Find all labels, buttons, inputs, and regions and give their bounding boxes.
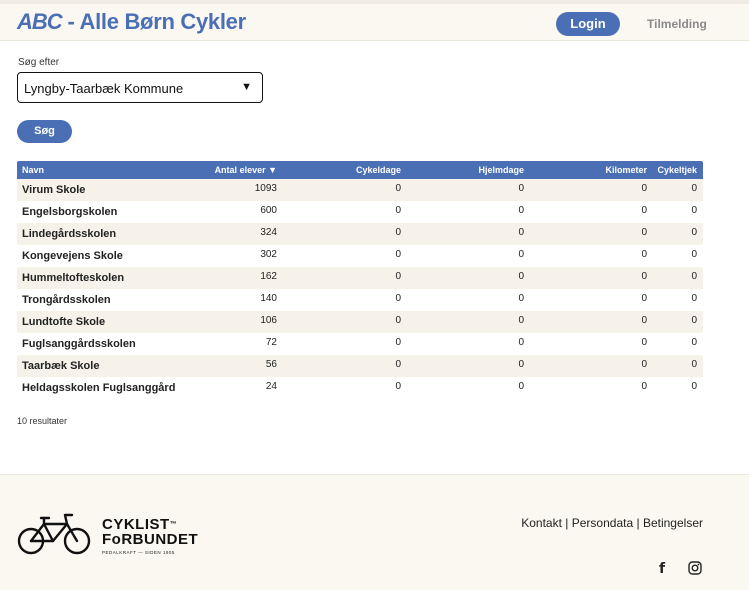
bike-days-cell: 0 <box>395 293 401 304</box>
table-row[interactable]: Taarbæk Skole 56 0 0 0 0 <box>17 355 703 377</box>
table-row[interactable]: Virum Skole 1093 0 0 0 0 <box>17 179 703 201</box>
helmet-days-cell: 0 <box>518 293 524 304</box>
bike-check-cell: 0 <box>691 359 697 370</box>
footer-links: Kontakt | Persondata | Betingelser <box>521 516 703 530</box>
footer-separator: | <box>565 516 569 530</box>
helmet-days-cell: 0 <box>518 315 524 326</box>
bike-check-cell: 0 <box>691 227 697 238</box>
site-logo[interactable]: ABC - Alle Børn Cykler <box>17 9 246 35</box>
dropdown-arrow-icon: ▼ <box>241 81 252 93</box>
bike-days-cell: 0 <box>395 205 401 216</box>
kilometer-cell: 0 <box>641 205 647 216</box>
bike-days-cell: 0 <box>395 381 401 392</box>
instagram-icon[interactable] <box>688 561 702 578</box>
students-cell: 302 <box>260 249 277 260</box>
facebook-icon[interactable]: f <box>659 561 665 577</box>
bike-days-cell: 0 <box>395 271 401 282</box>
bike-days-cell: 0 <box>395 337 401 348</box>
table-row[interactable]: Heldagsskolen Fuglsanggård 24 0 0 0 0 <box>17 377 703 413</box>
login-button[interactable]: Login <box>556 12 620 36</box>
students-cell: 1093 <box>254 183 277 194</box>
bike-check-cell: 0 <box>691 293 697 304</box>
table-row[interactable]: Engelsborgskolen 600 0 0 0 0 <box>17 201 703 223</box>
contact-link[interactable]: Kontakt <box>521 516 562 530</box>
kilometer-cell: 0 <box>641 315 647 326</box>
students-cell: 162 <box>260 271 277 282</box>
bicycle-icon <box>17 513 91 555</box>
bike-check-cell: 0 <box>691 381 697 392</box>
kilometer-cell: 0 <box>641 381 647 392</box>
table-row[interactable]: Lundtofte Skole 106 0 0 0 0 <box>17 311 703 333</box>
column-header-kilometer[interactable]: Kilometer <box>557 165 647 175</box>
logo-tagline: PEDALKRAFT — SIDEN 1905 <box>102 550 175 555</box>
kilometer-cell: 0 <box>641 183 647 194</box>
instagram-glyph <box>688 561 702 575</box>
bike-days-cell: 0 <box>395 183 401 194</box>
helmet-days-cell: 0 <box>518 381 524 392</box>
students-cell: 106 <box>260 315 277 326</box>
kilometer-cell: 0 <box>641 337 647 348</box>
table-row[interactable]: Fuglsanggårdsskolen 72 0 0 0 0 <box>17 333 703 355</box>
footer-separator: | <box>636 516 640 530</box>
result-count: 10 resultater <box>17 416 68 426</box>
kilometer-cell: 0 <box>641 249 647 260</box>
students-cell: 56 <box>265 359 277 370</box>
students-cell: 324 <box>260 227 277 238</box>
students-cell: 600 <box>260 205 277 216</box>
bike-check-cell: 0 <box>691 249 697 260</box>
bike-check-cell: 0 <box>691 205 697 216</box>
terms-link[interactable]: Betingelser <box>643 516 703 530</box>
bike-check-cell: 0 <box>691 183 697 194</box>
bike-days-cell: 0 <box>395 227 401 238</box>
brand-abc: ABC <box>17 9 63 34</box>
logo-line-2: FoRBUNDET <box>102 531 199 548</box>
site-footer: CYKLIST™ FoRBUNDET PEDALKRAFT — SIDEN 19… <box>0 474 749 590</box>
cyklistforbundet-logo[interactable]: CYKLIST™ FoRBUNDET PEDALKRAFT — SIDEN 19… <box>17 512 198 561</box>
logo-wordmark: CYKLIST™ FoRBUNDET <box>102 517 198 547</box>
personal-data-link[interactable]: Persondata <box>572 516 633 530</box>
helmet-days-cell: 0 <box>518 359 524 370</box>
column-header-helmet-days[interactable]: Hjelmdage <box>427 165 524 175</box>
bike-check-cell: 0 <box>691 315 697 326</box>
students-cell: 140 <box>260 293 277 304</box>
column-header-bike-days[interactable]: Cykeldage <box>307 165 401 175</box>
table-row[interactable]: Lindegårdsskolen 324 0 0 0 0 <box>17 223 703 245</box>
kilometer-cell: 0 <box>641 293 647 304</box>
search-button[interactable]: Søg <box>17 120 72 143</box>
municipality-select[interactable]: Lyngby-Taarbæk Kommune ▼ <box>17 72 263 103</box>
students-cell: 72 <box>265 337 277 348</box>
table-row[interactable]: Trongårdsskolen 140 0 0 0 0 <box>17 289 703 311</box>
table-header: Navn Antal elever ▼ Cykeldage Hjelmdage … <box>17 161 703 179</box>
helmet-days-cell: 0 <box>518 271 524 282</box>
logo-trademark: ™ <box>169 521 178 528</box>
kilometer-cell: 0 <box>641 359 647 370</box>
helmet-days-cell: 0 <box>518 205 524 216</box>
signup-link[interactable]: Tilmelding <box>647 17 707 31</box>
helmet-days-cell: 0 <box>518 183 524 194</box>
table-body: Virum Skole 1093 0 0 0 0 Engelsborgskolen 600 0 0… <box>17 179 703 413</box>
column-header-bike-check[interactable]: Cykeltjek <box>649 165 697 175</box>
header-top-shadow <box>0 0 749 4</box>
bike-check-cell: 0 <box>691 337 697 348</box>
column-header-students[interactable]: Antal elever ▼ <box>177 165 277 175</box>
site-header: ABC - Alle Børn Cykler Login Tilmelding <box>0 0 749 41</box>
brand-title: - Alle Børn Cykler <box>61 9 246 34</box>
helmet-days-cell: 0 <box>518 227 524 238</box>
schools-table: Navn Antal elever ▼ Cykeldage Hjelmdage … <box>17 161 703 413</box>
search-label: Søg efter <box>18 57 60 68</box>
table-row[interactable]: Hummeltofteskolen 162 0 0 0 0 <box>17 267 703 289</box>
bike-days-cell: 0 <box>395 249 401 260</box>
municipality-select-value: Lyngby-Taarbæk Kommune <box>24 81 184 96</box>
bike-days-cell: 0 <box>395 359 401 370</box>
helmet-days-cell: 0 <box>518 249 524 260</box>
bike-days-cell: 0 <box>395 315 401 326</box>
kilometer-cell: 0 <box>641 227 647 238</box>
table-row[interactable]: Kongevejens Skole 302 0 0 0 0 <box>17 245 703 267</box>
helmet-days-cell: 0 <box>518 337 524 348</box>
kilometer-cell: 0 <box>641 271 647 282</box>
students-cell: 24 <box>265 381 277 392</box>
bike-check-cell: 0 <box>691 271 697 282</box>
